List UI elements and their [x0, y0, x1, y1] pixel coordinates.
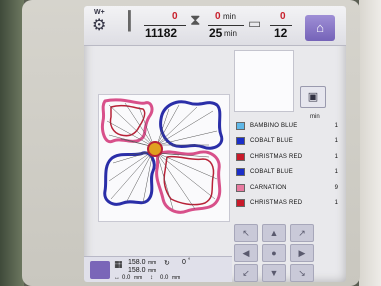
background-left: [0, 0, 24, 286]
width-unit: mm: [148, 260, 157, 266]
height-unit: mm: [148, 268, 157, 274]
flower-center: [147, 141, 163, 157]
color-row[interactable]: CHRISTMAS RED 1: [234, 149, 342, 165]
size-icon: ▦: [114, 259, 123, 269]
color-swatch: [236, 152, 245, 161]
move-up-left-button[interactable]: ↖: [234, 224, 258, 242]
thread-color-button[interactable]: [90, 261, 110, 279]
thread-color-list: BAMBINO BLUE 1 COBALT BLUE 1 CHRISTMAS R…: [234, 118, 342, 211]
color-minutes: 1: [334, 200, 338, 207]
center-button[interactable]: ●: [262, 244, 286, 262]
color-row[interactable]: BAMBINO BLUE 1: [234, 118, 342, 134]
color-swatch: [236, 121, 245, 130]
petal-top-right: [159, 100, 224, 150]
design-preview: [98, 94, 230, 222]
color-minutes: 1: [334, 122, 338, 129]
color-swatch: [236, 137, 245, 146]
background-right: [359, 0, 381, 286]
design-info-bar: ▦ 158.0 mm 158.0 mm ↻ 0 ° ↔ 0.0 mm ↕ 0.0…: [84, 256, 232, 282]
color-name: CHRISTMAS RED: [250, 153, 303, 160]
rotation-value: 0: [182, 259, 186, 266]
color-row[interactable]: COBALT BLUE 1: [234, 134, 342, 150]
rotate-icon: ↻: [164, 260, 170, 267]
color-swatch: [236, 183, 245, 192]
color-minutes: 1: [334, 138, 338, 145]
color-row[interactable]: COBALT BLUE 1: [234, 165, 342, 181]
center-dot-icon: ●: [271, 248, 277, 258]
arrow-down-left-icon: ↙: [242, 268, 250, 278]
move-down-left-button[interactable]: ↙: [234, 264, 258, 282]
color-name: COBALT BLUE: [250, 138, 293, 145]
position-arrow-pad: ↖ ▲ ↗ ◀ ● ▶ ↙ ▼ ↘: [232, 220, 344, 282]
color-row[interactable]: CARNATION 9: [234, 180, 342, 196]
move-down-button[interactable]: ▼: [262, 264, 286, 282]
offset-horizontal-icon: ↔: [114, 275, 120, 281]
offset-x-unit: mm: [134, 275, 143, 281]
arrow-up-right-icon: ↗: [298, 228, 306, 238]
color-total: 12: [274, 26, 288, 40]
move-down-right-button[interactable]: ↘: [290, 264, 314, 282]
color-minutes: 1: [334, 169, 338, 176]
color-minutes: 1: [334, 153, 338, 160]
hourglass-icon: ⧗: [190, 12, 201, 29]
offset-vertical-icon: ↕: [150, 275, 153, 281]
embroidery-design-svg: [101, 98, 224, 214]
presser-foot-icon[interactable]: ⚙: [92, 18, 106, 34]
arrow-right-icon: ▶: [298, 248, 306, 258]
stitch-current: 0: [172, 11, 178, 22]
time-total: 25: [209, 26, 223, 40]
embroidery-frame-button[interactable]: ▣: [300, 86, 326, 108]
color-minutes: 9: [334, 184, 338, 191]
color-row[interactable]: CHRISTMAS RED 1: [234, 196, 342, 212]
offset-y-unit: mm: [172, 275, 181, 281]
arrow-up-left-icon: ↖: [242, 228, 250, 238]
status-bar: W+ ⚙ ┃ 0 11182 ⧗ 0 min 25 min ▭ 0 12 ⌂: [84, 6, 346, 46]
move-up-button[interactable]: ▲: [262, 224, 286, 242]
move-up-right-button[interactable]: ↗: [290, 224, 314, 242]
time-unit-bottom: min: [224, 29, 237, 38]
thread-spool-icon: ▭: [248, 15, 262, 31]
height-value: 158.0: [128, 267, 146, 274]
offset-x-value: 0.0: [122, 275, 131, 281]
stitch-total: 11182: [145, 26, 178, 40]
color-name: COBALT BLUE: [250, 169, 293, 176]
offset-y-value: 0.0: [160, 275, 169, 281]
home-button[interactable]: ⌂: [305, 15, 335, 41]
move-right-button[interactable]: ▶: [290, 244, 314, 262]
arrow-left-icon: ◀: [242, 248, 250, 258]
color-name: BAMBINO BLUE: [250, 122, 298, 129]
stitch-divider: [144, 25, 186, 26]
needle-mode-label: W+: [94, 9, 105, 16]
color-swatch: [236, 168, 245, 177]
time-current: 0: [215, 11, 221, 22]
stitch-counter-icon: ┃: [124, 11, 135, 31]
lcd-screen: W+ ⚙ ┃ 0 11182 ⧗ 0 min 25 min ▭ 0 12 ⌂ ▣…: [84, 6, 346, 282]
arrow-down-right-icon: ↘: [298, 268, 306, 278]
frame-icon: ▣: [307, 91, 319, 103]
inner-ring-bottom-right: [163, 155, 215, 206]
color-name: CHRISTMAS RED: [250, 200, 303, 207]
color-current: 0: [280, 11, 286, 22]
move-left-button[interactable]: ◀: [234, 244, 258, 262]
info-panel: [234, 50, 294, 112]
color-name: CARNATION: [250, 184, 287, 191]
time-unit-top: min: [223, 12, 236, 21]
rotation-unit: °: [188, 258, 191, 264]
inner-ring-top-left: [109, 104, 146, 137]
house-icon: ⌂: [316, 20, 324, 35]
color-swatch: [236, 199, 245, 208]
width-value: 158.0: [128, 259, 146, 266]
arrow-down-icon: ▼: [269, 268, 279, 278]
arrow-up-icon: ▲: [269, 228, 279, 238]
